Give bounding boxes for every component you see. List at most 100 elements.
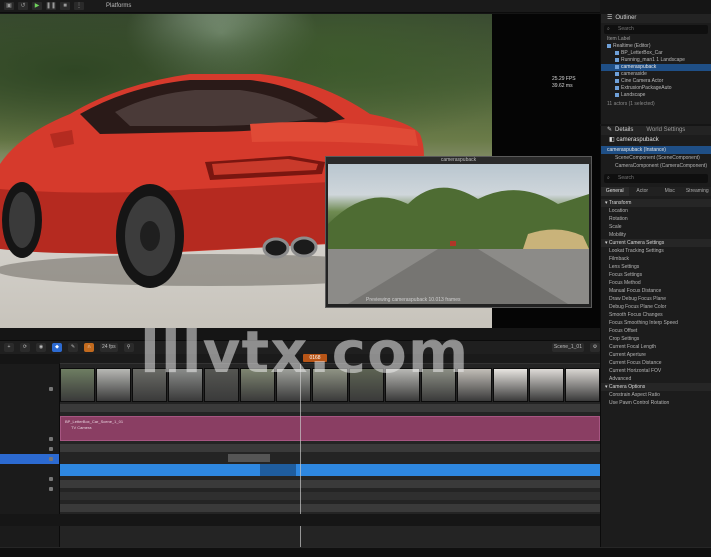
pause-icon[interactable]: ❚❚	[46, 2, 56, 10]
outliner-search-input[interactable]: ⌕ Search	[604, 25, 708, 34]
key-section[interactable]	[228, 454, 270, 462]
outliner-item[interactable]: Realtime (Editor)	[601, 43, 711, 50]
outliner-item[interactable]: BP_LetterBox_Car	[601, 50, 711, 57]
add-track-icon[interactable]: +	[4, 343, 14, 352]
track-row[interactable]	[0, 394, 59, 404]
details-tab[interactable]: Misc	[656, 187, 684, 196]
details-property-row[interactable]: Lookat Tracking Settings	[601, 247, 711, 255]
details-property-row[interactable]: Current Horizontal FOV	[601, 367, 711, 375]
frame-ms-value: 39.62 ms	[552, 83, 573, 89]
playhead-line[interactable]	[300, 364, 301, 557]
details-search-input[interactable]: ⌕ Search	[604, 174, 708, 183]
platforms-menu[interactable]: Platforms	[106, 3, 131, 9]
component-item[interactable]: cameraspuback (Instance)	[601, 146, 711, 154]
camera-lock-icon[interactable]: ◉	[36, 343, 46, 352]
details-property-row[interactable]: Focus Method	[601, 279, 711, 287]
details-section-header[interactable]: ▾ Transform	[601, 199, 711, 207]
fps-value: 25.29 FPS	[552, 76, 576, 82]
track-area[interactable]: BP_LetterBox_Car_Scene_1_01 TV Camera	[60, 364, 600, 557]
details-property-row[interactable]: Focus Smoothing Interp Speed	[601, 319, 711, 327]
details-property-row[interactable]: Filmback	[601, 255, 711, 263]
track-row[interactable]	[0, 364, 59, 374]
fps-dropdown[interactable]: 24 fps	[100, 343, 118, 352]
details-tab[interactable]: Streaming	[684, 187, 711, 196]
track-row[interactable]	[0, 474, 59, 484]
selected-track-bar[interactable]	[60, 464, 600, 476]
details-property-label: Camera Options	[608, 384, 646, 390]
details-tab[interactable]: Actor	[629, 187, 657, 196]
component-item[interactable]: SceneComponent (SceneComponent)	[601, 154, 711, 162]
outliner-item[interactable]: Cine Camera Actor	[601, 78, 711, 85]
track-row[interactable]	[0, 384, 59, 394]
details-property-row[interactable]: Mobility	[601, 231, 711, 239]
options-icon[interactable]: ⋮	[74, 2, 84, 10]
outliner-item[interactable]: Landscape	[601, 92, 711, 99]
details-tab[interactable]: General	[601, 187, 629, 196]
save-icon[interactable]: ▣	[4, 2, 14, 10]
track-options-icon[interactable]	[49, 387, 53, 391]
details-property-row[interactable]: Scale	[601, 223, 711, 231]
outliner-item[interactable]: cameraspuback	[601, 64, 711, 71]
key-icon[interactable]: ◆	[52, 343, 62, 352]
details-property-row[interactable]: Advanced	[601, 375, 711, 383]
outliner-item[interactable]: Running_man1 1 Landscape	[601, 57, 711, 64]
track-row[interactable]	[0, 444, 59, 454]
outliner-item-label: ExtrusionPackageAuto	[621, 85, 672, 91]
details-property-row[interactable]: Focus Offset	[601, 327, 711, 335]
shot-section[interactable]: BP_LetterBox_Car_Scene_1_01 TV Camera	[60, 416, 600, 441]
details-property-label: Crop Settings	[609, 336, 640, 342]
details-property-row[interactable]: Constrain Aspect Ratio	[601, 391, 711, 399]
stop-icon[interactable]: ■	[60, 2, 70, 10]
track-row[interactable]	[0, 494, 59, 504]
details-property-label: Current Horizontal FOV	[609, 368, 662, 374]
track-row[interactable]	[0, 414, 59, 424]
track-row[interactable]	[0, 484, 59, 494]
details-property-label: Debug Focus Plane Color	[609, 304, 667, 310]
track-options-icon[interactable]	[49, 487, 53, 491]
details-property-label: Transform	[608, 200, 632, 206]
filter-icon[interactable]: ⚲	[123, 343, 134, 352]
details-property-row[interactable]: Rotation	[601, 215, 711, 223]
history-icon[interactable]: ↺	[18, 2, 28, 10]
component-item[interactable]: CameraComponent (CameraComponent)	[601, 162, 711, 170]
details-property-row[interactable]: Debug Focus Plane Color	[601, 303, 711, 311]
track-row[interactable]	[0, 434, 59, 444]
details-property-row[interactable]: Crop Settings	[601, 335, 711, 343]
details-property-row[interactable]: Smooth Focus Changes	[601, 311, 711, 319]
details-section-header[interactable]: ▾ Camera Options	[601, 383, 711, 391]
details-property-row[interactable]: Location	[601, 207, 711, 215]
track-options-icon[interactable]	[49, 457, 53, 461]
track-row[interactable]	[0, 404, 59, 414]
outliner-item[interactable]: ExtrusionPackageAuto	[601, 85, 711, 92]
track-options-icon[interactable]	[49, 447, 53, 451]
details-property-row[interactable]: Draw Debug Focus Plane	[601, 295, 711, 303]
details-property-label: Manual Focus Distance	[609, 288, 662, 294]
sequence-name-dropdown[interactable]: Scene_1_01	[551, 343, 584, 352]
world-settings-tab[interactable]: World Settings	[646, 126, 685, 135]
settings-icon[interactable]: ⚙	[590, 343, 600, 352]
track-row[interactable]	[0, 454, 59, 464]
details-property-label: Current Camera Settings	[608, 240, 665, 246]
track-row[interactable]	[0, 424, 59, 434]
details-property-row[interactable]: Current Focus Distance	[601, 359, 711, 367]
refresh-icon[interactable]: ⟳	[20, 343, 30, 352]
details-property-row[interactable]: Focus Settings	[601, 271, 711, 279]
main-toolbar: ▣ ↺ ▶ ❚❚ ■ ⋮ Platforms	[0, 0, 600, 13]
outliner-item[interactable]: cameraside	[601, 71, 711, 78]
details-property-label: Advanced	[609, 376, 632, 382]
track-options-icon[interactable]	[49, 477, 53, 481]
snap-icon[interactable]: ∩	[84, 343, 94, 352]
details-property-row[interactable]: Current Aperture	[601, 351, 711, 359]
selected-track-segment[interactable]	[260, 464, 296, 476]
details-section-header[interactable]: ▾ Current Camera Settings	[601, 239, 711, 247]
track-options-icon[interactable]	[49, 437, 53, 441]
details-property-row[interactable]: Manual Focus Distance	[601, 287, 711, 295]
details-property-row[interactable]: Current Focal Length	[601, 343, 711, 351]
details-property-row[interactable]: Use Pawn Control Rotation	[601, 399, 711, 407]
track-row[interactable]	[0, 374, 59, 384]
outliner-column-header[interactable]: Item Label	[601, 36, 711, 43]
play-icon[interactable]: ▶	[32, 2, 42, 10]
track-row[interactable]	[0, 464, 59, 474]
brush-icon[interactable]: ✎	[68, 343, 78, 352]
details-property-row[interactable]: Lens Settings	[601, 263, 711, 271]
